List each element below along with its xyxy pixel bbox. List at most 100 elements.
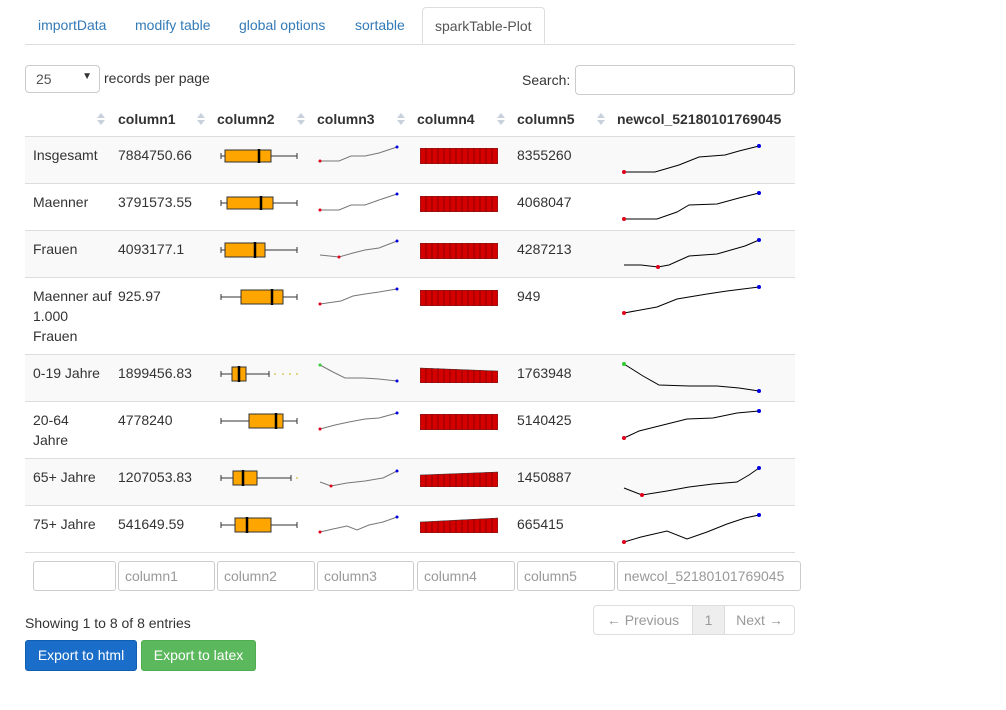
records-per-page-value: 25 — [36, 71, 52, 87]
line-sparkline — [319, 239, 399, 259]
cell-column1: 925.97 — [118, 288, 161, 304]
box-plot — [220, 196, 298, 210]
cell-column5: 949 — [517, 288, 541, 304]
cell-column1: 1207053.83 — [118, 469, 192, 485]
tab-sortable[interactable]: sortable — [355, 7, 405, 43]
table-info: Showing 1 to 8 of 8 entries — [25, 615, 191, 631]
bar-sparkline — [420, 367, 498, 383]
bar-sparkline — [420, 290, 498, 306]
records-per-page-label: records per page — [104, 70, 210, 86]
header-column4[interactable]: column4 — [417, 110, 497, 136]
tab-sparktable-plot[interactable]: sparkTable-Plot — [422, 7, 545, 44]
pagination-previous[interactable]: ← Previous — [593, 605, 693, 635]
cell-column5: 5140425 — [517, 412, 572, 428]
header-column3[interactable]: column3 — [317, 110, 397, 136]
line-sparkline-large — [622, 191, 761, 221]
cell-column5: 8355260 — [517, 147, 572, 163]
search-label: Search: — [522, 72, 571, 88]
search-input[interactable] — [575, 65, 795, 95]
cell-column5: 665415 — [517, 516, 564, 532]
line-sparkline-large — [622, 513, 761, 544]
box-plot — [220, 242, 298, 258]
row-label: 75+ Jahre — [33, 516, 96, 532]
box-plot — [220, 149, 298, 163]
filter-input-column3[interactable]: column3 — [317, 561, 414, 591]
filter-input-column5[interactable]: column5 — [517, 561, 615, 591]
row-label: 0-19 Jahre — [33, 365, 100, 381]
row-label: Maenner auf 1.000 Frauen — [33, 288, 112, 344]
row-label: Maenner — [33, 194, 89, 210]
export-latex-button[interactable]: Export to latex — [141, 640, 256, 671]
cell-column5: 4287213 — [517, 241, 572, 257]
sort-icon[interactable] — [296, 110, 306, 128]
line-sparkline — [318, 287, 399, 306]
header-column5[interactable]: column5 — [517, 110, 597, 136]
line-sparkline-large — [622, 362, 761, 393]
divider — [25, 277, 795, 278]
line-sparkline-large — [622, 285, 761, 315]
divider — [25, 552, 795, 553]
cell-column1: 541649.59 — [118, 516, 185, 532]
sort-icon[interactable] — [196, 110, 206, 128]
line-sparkline-large — [623, 466, 761, 497]
pagination-next[interactable]: Next → — [724, 605, 795, 635]
filter-input-newcol[interactable]: newcol_52180101769045 — [617, 561, 801, 591]
bar-sparkline — [420, 517, 498, 533]
export-html-button[interactable]: Export to html — [25, 640, 137, 671]
header-column2[interactable]: column2 — [217, 110, 297, 136]
bar-sparkline — [420, 243, 498, 259]
cell-column5: 4068047 — [517, 194, 572, 210]
filter-input-column1[interactable]: column1 — [118, 561, 215, 591]
pagination-page[interactable]: 1 — [692, 605, 725, 635]
bar-sparkline — [420, 471, 498, 487]
chevron-down-icon: ▼ — [82, 71, 92, 82]
line-sparkline — [318, 145, 399, 163]
box-plot — [220, 517, 298, 533]
filter-input-column2[interactable]: column2 — [217, 561, 315, 591]
records-per-page-select[interactable]: 25 ▼ — [25, 65, 100, 93]
header-column1[interactable]: column1 — [118, 110, 198, 136]
line-sparkline — [318, 515, 399, 534]
tab-modify-table[interactable]: modify table — [135, 7, 210, 43]
bar-sparkline — [420, 414, 498, 430]
filter-input-rowname[interactable] — [33, 561, 116, 591]
line-sparkline — [318, 192, 399, 212]
row-label: 65+ Jahre — [33, 469, 96, 485]
line-sparkline — [318, 411, 399, 431]
row-label: Frauen — [33, 241, 78, 257]
line-sparkline-large — [622, 144, 761, 174]
line-sparkline — [319, 469, 399, 488]
cell-column1: 4778240 — [118, 412, 173, 428]
sort-icon[interactable] — [596, 110, 606, 128]
header-newcol[interactable]: newcol_52180101769045 — [617, 110, 789, 136]
line-sparkline-large — [622, 409, 761, 440]
box-plot — [220, 470, 298, 486]
row-label: 20-64 Jahre — [33, 412, 69, 448]
divider — [25, 401, 795, 402]
cell-column5: 1450887 — [517, 469, 572, 485]
bar-sparkline — [420, 196, 498, 212]
divider — [25, 505, 795, 506]
cell-column1: 7884750.66 — [118, 147, 192, 163]
divider — [25, 458, 795, 459]
box-plot — [220, 366, 298, 382]
box-plot — [220, 289, 298, 305]
tab-global-options[interactable]: global options — [239, 7, 325, 43]
divider — [25, 136, 795, 137]
row-label: Insgesamt — [33, 147, 98, 163]
sort-icon[interactable] — [496, 110, 506, 128]
box-plot — [220, 413, 298, 429]
divider — [25, 230, 795, 231]
bar-sparkline — [420, 148, 498, 164]
cell-column5: 1763948 — [517, 365, 572, 381]
sort-icon[interactable] — [96, 110, 106, 128]
tab-importdata[interactable]: importData — [38, 7, 106, 43]
tab-bar: importData modify table global options s… — [25, 7, 795, 45]
divider — [25, 354, 795, 355]
divider — [25, 183, 795, 184]
cell-column1: 3791573.55 — [118, 194, 192, 210]
header-rowname[interactable] — [33, 110, 93, 136]
cell-column1: 1899456.83 — [118, 365, 192, 381]
filter-input-column4[interactable]: column4 — [417, 561, 515, 591]
sort-icon[interactable] — [396, 110, 406, 128]
